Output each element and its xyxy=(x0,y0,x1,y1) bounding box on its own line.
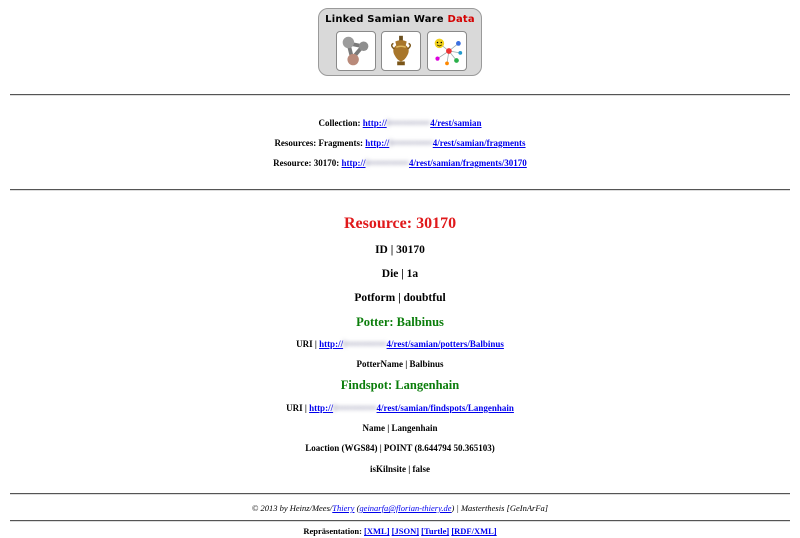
fragments-row: Resources: Fragments: http://l••••••••••… xyxy=(0,138,800,148)
footer-copyright: © 2013 by Heinz/Mees/Thiery (geinarfa@fl… xyxy=(251,503,549,513)
collection-label: Collection: xyxy=(318,118,361,128)
resource-label: Resource: 30170: xyxy=(273,158,340,168)
format-turtle-link[interactable]: [Turtle] xyxy=(421,526,449,536)
resource-potform: Potform | doubtful xyxy=(354,292,446,304)
logo-box: Linked Samian Ware Data xyxy=(318,8,482,76)
findspot-uri-label: URI | xyxy=(286,403,307,413)
findspot-heading: Findspot: Langenhain xyxy=(340,378,460,392)
findspot-kilnsite: isKilnsite | false xyxy=(370,464,430,474)
footer-email-link[interactable]: geinarfa@florian-thiery.de xyxy=(359,503,451,513)
findspot-name: Name | Langenhain xyxy=(362,423,438,433)
footer-divider-bottom xyxy=(10,520,790,522)
footer-divider-top xyxy=(10,493,790,495)
footer-author-link[interactable]: Thiery xyxy=(332,503,354,513)
format-xml-link[interactable]: [XML] xyxy=(364,526,390,536)
findspot-uri-link[interactable]: http://l•••••••••••••4/rest/samian/finds… xyxy=(309,403,514,413)
molecule-icon xyxy=(336,31,376,71)
resource-id: ID | 30170 xyxy=(375,244,425,256)
representation-label: Repräsentation: xyxy=(303,526,362,536)
potter-uri-row: URI | http://l•••••••••••••4/rest/samian… xyxy=(0,339,800,349)
collection-link[interactable]: http://l•••••••••••••4/rest/samian xyxy=(363,118,482,128)
potter-name: PotterName | Balbinus xyxy=(356,359,444,369)
potter-uri-link[interactable]: http://l•••••••••••••4/rest/samian/potte… xyxy=(319,339,504,349)
fragments-label: Resources: Fragments: xyxy=(274,138,363,148)
format-rdfxml-link[interactable]: [RDF/XML] xyxy=(451,526,496,536)
logo-title: Linked Samian Ware Data xyxy=(319,14,481,25)
fragments-link[interactable]: http://l•••••••••••••4/rest/samian/fragm… xyxy=(365,138,525,148)
representation-row: Repräsentation: [XML] [JSON] [Turtle] [R… xyxy=(0,526,800,536)
resource-die: Die | 1a xyxy=(381,268,419,280)
top-divider xyxy=(10,94,790,96)
findspot-location: Loaction (WGS84) | POINT (8.644794 50.36… xyxy=(305,443,495,453)
resource-row: Resource: 30170: http://l•••••••••••••4/… xyxy=(0,158,800,168)
logo-title-main: Linked Samian Ware xyxy=(325,14,444,25)
social-network-icon xyxy=(427,31,467,71)
resource-title: Resource: 30170 xyxy=(343,215,457,232)
findspot-uri-row: URI | http://l•••••••••••••4/rest/samian… xyxy=(0,403,800,413)
collection-row: Collection: http://l•••••••••••••4/rest/… xyxy=(0,118,800,128)
potter-uri-label: URI | xyxy=(296,339,317,349)
logo-title-accent: Data xyxy=(447,14,475,25)
amphora-icon xyxy=(381,31,421,71)
potter-heading: Potter: Balbinus xyxy=(356,315,444,329)
format-json-link[interactable]: [JSON] xyxy=(392,526,419,536)
resource-link[interactable]: http://l•••••••••••••4/rest/samian/fragm… xyxy=(342,158,527,168)
middle-divider xyxy=(10,189,790,191)
